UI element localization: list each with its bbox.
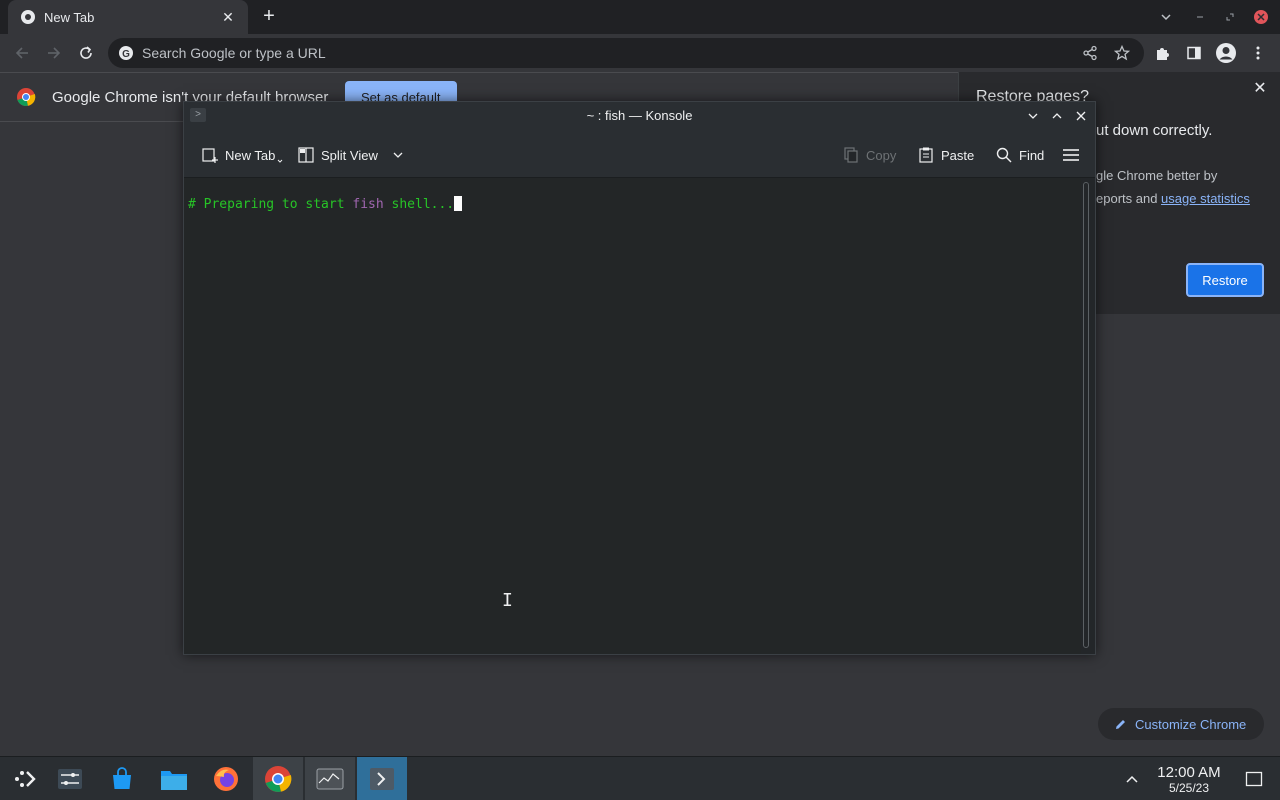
split-view-icon xyxy=(298,147,314,163)
terminal-cursor xyxy=(454,196,463,211)
bookmark-star-icon[interactable] xyxy=(1110,41,1134,65)
url-input[interactable] xyxy=(142,45,1144,61)
file-manager-button[interactable] xyxy=(149,757,199,800)
share-icon[interactable] xyxy=(1078,41,1102,65)
tab-search-icon[interactable] xyxy=(1157,8,1175,26)
restore-message: ut down correctly. xyxy=(1096,122,1213,139)
reload-icon[interactable] xyxy=(74,41,98,65)
scrollbar-thumb[interactable] xyxy=(1083,182,1089,648)
chevron-down-icon xyxy=(393,152,403,158)
folder-icon xyxy=(161,771,187,790)
chrome-taskbar-button[interactable] xyxy=(253,757,303,800)
paste-button[interactable]: Paste xyxy=(917,144,974,166)
new-tab-label: New Tab xyxy=(225,147,276,163)
terminal-icon xyxy=(370,768,394,790)
new-tab-button[interactable]: + xyxy=(258,6,280,28)
window-close-icon[interactable] xyxy=(1252,8,1270,26)
paste-label: Paste xyxy=(941,147,975,163)
find-label: Find xyxy=(1019,147,1045,163)
app-launcher-icon xyxy=(15,771,36,787)
clock-date: 5/25/23 xyxy=(1168,781,1210,795)
back-icon[interactable] xyxy=(10,41,34,65)
chrome-toolbar: G xyxy=(0,34,1280,72)
customize-chrome-button[interactable]: Customize Chrome xyxy=(1098,708,1264,740)
tab-close-icon[interactable]: ✕ xyxy=(218,7,238,27)
terminal-highlight: fish xyxy=(352,197,384,212)
discover-store-button[interactable] xyxy=(97,757,147,800)
google-icon: G xyxy=(119,46,133,60)
konsole-window: > ~ : fish — Konsole New Tab Split View … xyxy=(183,101,1096,655)
paste-icon xyxy=(919,147,933,163)
chrome-menu-icon[interactable] xyxy=(1246,41,1270,65)
chrome-icon xyxy=(265,766,292,792)
split-view-label: Split View xyxy=(321,147,378,163)
search-icon xyxy=(996,147,1012,163)
terminal-scrollbar[interactable] xyxy=(1081,182,1091,650)
chrome-tab-favicon-icon xyxy=(21,10,35,24)
system-monitor-button[interactable] xyxy=(305,757,355,800)
konsole-window-title: ~ : fish — Konsole xyxy=(586,108,693,123)
show-desktop-button[interactable] xyxy=(1230,757,1278,800)
chevron-down-icon xyxy=(277,159,283,163)
profile-avatar-icon[interactable] xyxy=(1214,41,1238,65)
taskbar: 12:00 AM 5/25/23 xyxy=(0,756,1280,800)
restore-button[interactable]: Restore xyxy=(1186,263,1264,297)
terminal-area[interactable]: # Preparing to start fish shell... xyxy=(184,178,1081,654)
app-launcher-button[interactable] xyxy=(0,757,50,800)
clock-time: 12:00 AM xyxy=(1157,764,1221,781)
svg-text:G: G xyxy=(122,49,130,60)
chevron-up-icon xyxy=(1126,775,1138,783)
terminal-line: # Preparing to start fish shell... xyxy=(188,196,463,212)
hamburger-menu-icon xyxy=(1063,149,1079,161)
new-tab-icon xyxy=(202,148,218,163)
copy-icon xyxy=(844,147,858,163)
konsole-minimize-icon[interactable] xyxy=(1023,106,1043,126)
system-monitor-icon xyxy=(316,768,344,790)
konsole-close-icon[interactable] xyxy=(1071,106,1091,126)
konsole-taskbar-button[interactable] xyxy=(357,757,407,800)
extensions-icon[interactable] xyxy=(1150,41,1174,65)
settings-app-button[interactable] xyxy=(45,757,95,800)
konsole-toolbar: New Tab Split View Copy Paste Find xyxy=(184,130,1095,178)
settings-sliders-icon xyxy=(58,769,82,789)
konsole-titlebar[interactable]: > ~ : fish — Konsole xyxy=(184,102,1095,130)
shopping-bag-icon xyxy=(113,767,131,789)
new-tab-konsole-button[interactable]: New Tab xyxy=(201,144,289,166)
copy-button[interactable]: Copy xyxy=(842,144,896,166)
minimize-icon[interactable] xyxy=(1191,8,1209,26)
firefox-icon xyxy=(214,767,238,791)
terminal-suffix: shell... xyxy=(383,197,455,212)
system-tray-expand-button[interactable] xyxy=(1108,757,1156,800)
restore-help-line: gle Chrome better by xyxy=(1096,168,1218,183)
customize-chrome-label: Customize Chrome xyxy=(1135,716,1247,732)
side-panel-icon[interactable] xyxy=(1182,41,1206,65)
restore-help-prefix: eports and xyxy=(1096,191,1162,206)
terminal-prefix: # Preparing to start xyxy=(188,197,353,212)
omnibox[interactable]: G xyxy=(108,38,1144,68)
konsole-maximize-icon[interactable] xyxy=(1047,106,1067,126)
forward-icon[interactable] xyxy=(42,41,66,65)
chrome-tab-strip: New Tab ✕ + xyxy=(0,0,1280,34)
copy-label: Copy xyxy=(866,147,897,163)
find-button[interactable]: Find xyxy=(995,144,1044,166)
restore-close-icon[interactable]: ✕ xyxy=(1250,78,1270,98)
show-desktop-icon xyxy=(1245,771,1263,787)
hamburger-menu-button[interactable] xyxy=(1062,144,1086,166)
clock[interactable]: 12:00 AM 5/25/23 xyxy=(1150,764,1228,796)
maximize-icon[interactable] xyxy=(1221,8,1239,26)
text-cursor-icon: I xyxy=(502,590,513,611)
split-view-button[interactable]: Split View xyxy=(297,144,410,166)
usage-statistics-link[interactable]: usage statistics xyxy=(1161,191,1250,206)
pencil-icon xyxy=(1116,719,1125,729)
firefox-button[interactable] xyxy=(201,757,251,800)
chrome-logo-icon xyxy=(17,88,36,107)
restore-help-line-2: eports and usage statistics xyxy=(1096,191,1250,206)
tab-new-tab[interactable]: New Tab ✕ xyxy=(8,0,248,34)
tab-title: New Tab xyxy=(44,9,95,25)
